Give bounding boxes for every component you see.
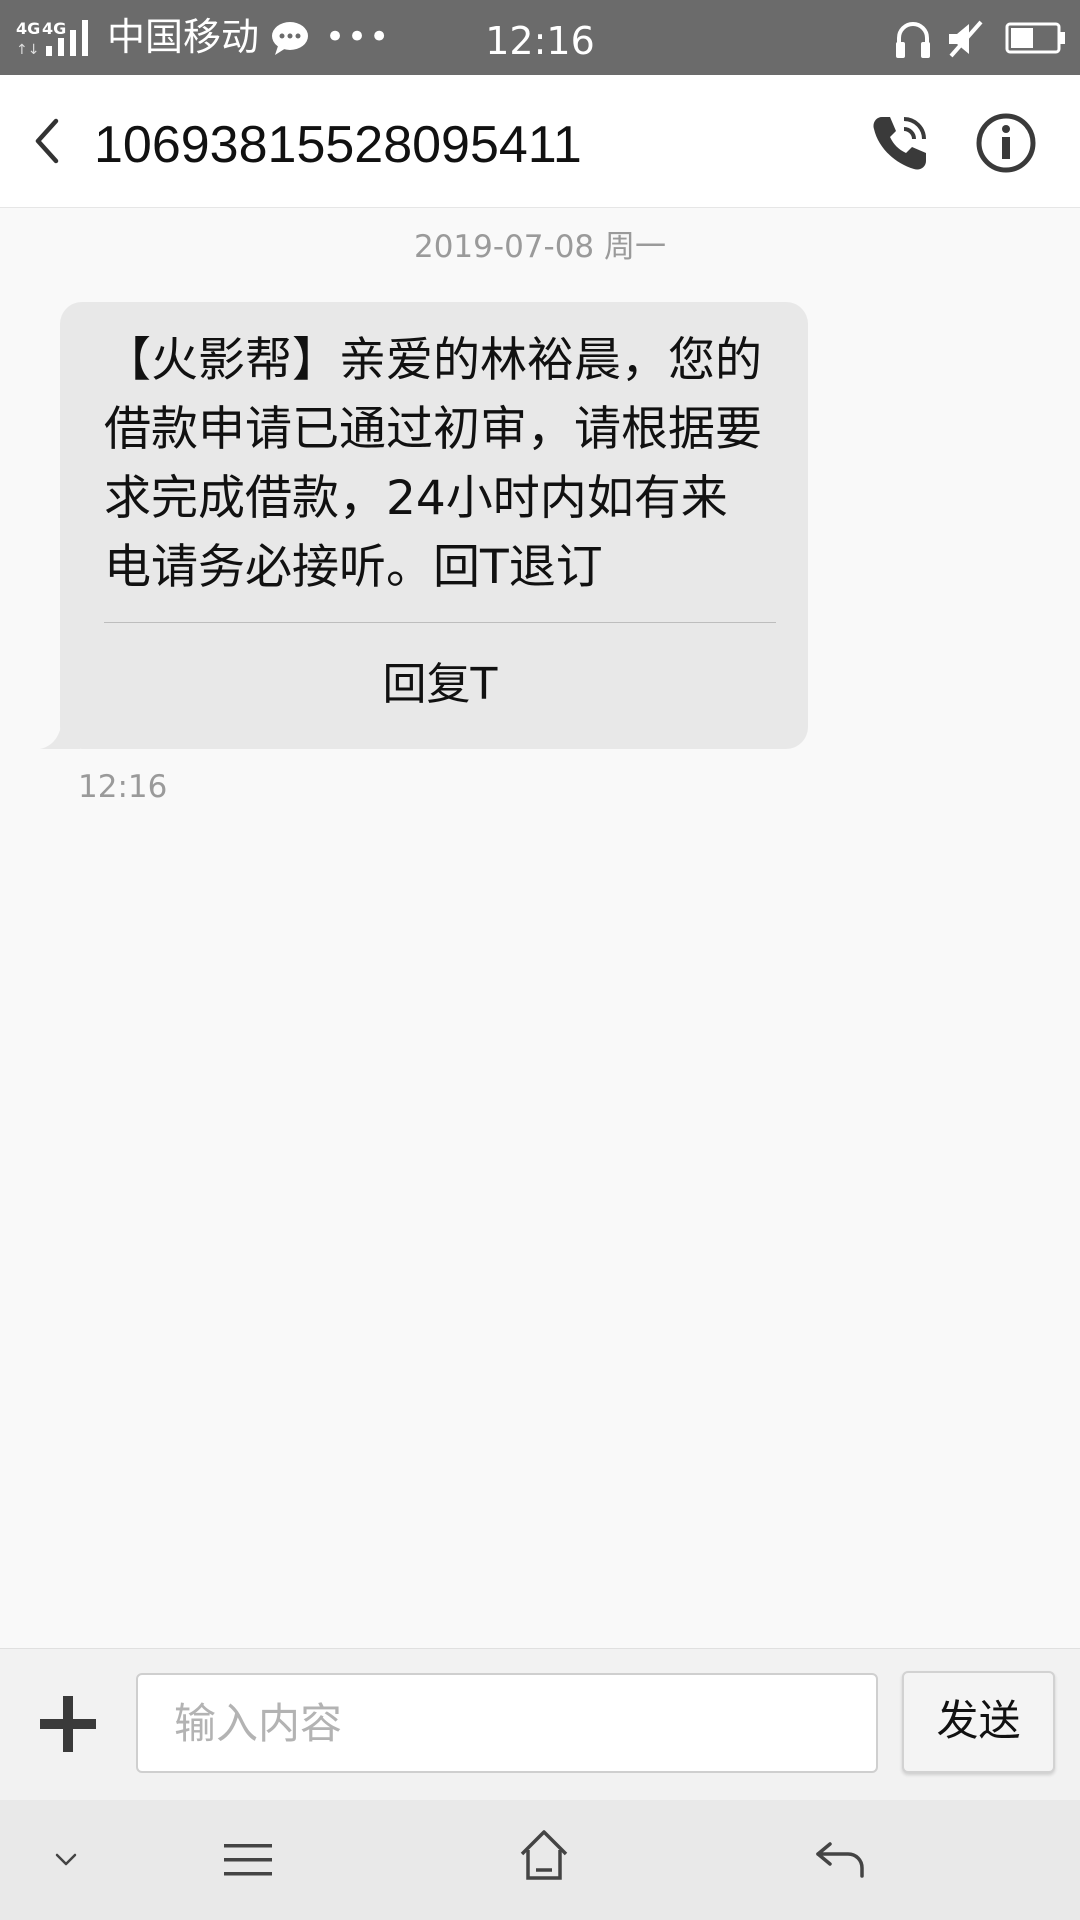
battery-icon [1005,22,1065,54]
svg-text:↑↓: ↑↓ [16,42,39,58]
reply-t-button[interactable]: 回复T [104,654,776,716]
phone-icon[interactable] [868,111,930,175]
message-input[interactable] [136,1673,878,1773]
send-button[interactable]: 发送 [902,1671,1055,1773]
more-notifications: ••• [325,17,392,57]
contact-number-title: 10693815528095411 [94,116,582,174]
compose-bar: 发送 [0,1648,1080,1800]
chevron-left-icon[interactable] [28,111,68,171]
signal-icon: 4G 4G ↑↓ [16,19,88,58]
chevron-down-icon[interactable] [52,1845,80,1873]
status-bar: 4G 4G ↑↓ 中国移动 ••• 12:16 [0,0,1080,75]
back-arrow-icon[interactable] [814,1836,866,1880]
navigation-bar [0,1800,1080,1920]
status-time: 12:16 [485,19,595,63]
home-icon[interactable] [518,1828,570,1884]
menu-icon[interactable] [222,1838,274,1882]
mute-icon [949,20,983,58]
carrier-name: 中国移动 [107,15,260,59]
headphone-icon [896,22,930,58]
plus-icon[interactable] [36,1692,100,1756]
message-bubble[interactable]: 【火影帮】亲爱的林裕晨，您的借款申请已通过初审，请根据要求完成借款，24小时内如… [60,302,808,749]
chat-notification-icon [272,22,308,55]
svg-text:4G: 4G [42,19,66,38]
svg-text:4G: 4G [16,19,40,38]
message-text: 【火影帮】亲爱的林裕晨，您的借款申请已通过初审，请根据要求完成借款，24小时内如… [104,333,762,595]
bubble-divider [104,622,776,623]
date-stamp: 2019-07-08 周一 [413,229,666,265]
conversation-header: 10693815528095411 [0,75,1080,208]
message-time: 12:16 [78,769,168,805]
info-icon[interactable] [975,112,1037,174]
